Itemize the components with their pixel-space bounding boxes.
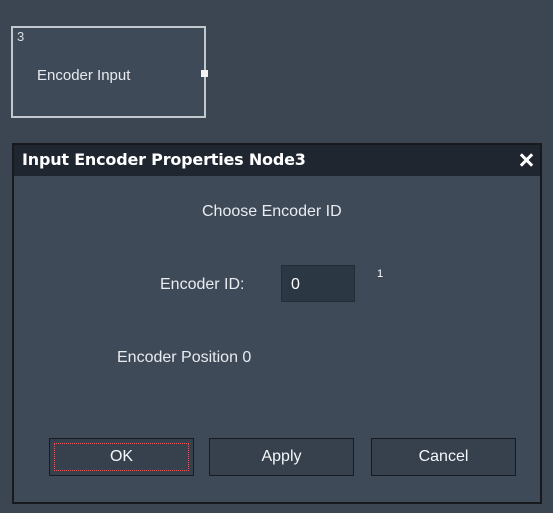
- encoder-position-text: Encoder Position 0: [117, 349, 252, 366]
- dialog-titlebar: Input Encoder Properties Node3: [14, 145, 540, 176]
- editor-canvas: 3 Encoder Input Input Encoder Properties…: [0, 0, 553, 513]
- cancel-button[interactable]: Cancel: [371, 438, 516, 476]
- encoder-id-field[interactable]: 0: [281, 265, 355, 302]
- encoder-id-value: 0: [291, 276, 300, 293]
- node-number: 3: [17, 29, 25, 44]
- node-label: Encoder Input: [37, 67, 131, 84]
- node-output-port[interactable]: [201, 70, 208, 77]
- encoder-id-label: Encoder ID:: [160, 276, 245, 293]
- ok-button[interactable]: OK: [49, 438, 194, 476]
- dialog-title: Input Encoder Properties Node3: [22, 150, 306, 169]
- input-encoder-properties-dialog: Input Encoder Properties Node3 Choose En…: [12, 143, 542, 504]
- close-icon[interactable]: [518, 152, 534, 168]
- encoder-input-node[interactable]: 3 Encoder Input: [11, 26, 208, 118]
- encoder-id-superscript: 1: [377, 268, 384, 280]
- apply-button[interactable]: Apply: [209, 438, 354, 476]
- dialog-heading: Choose Encoder ID: [202, 203, 342, 220]
- ok-button-label: OK: [109, 448, 134, 465]
